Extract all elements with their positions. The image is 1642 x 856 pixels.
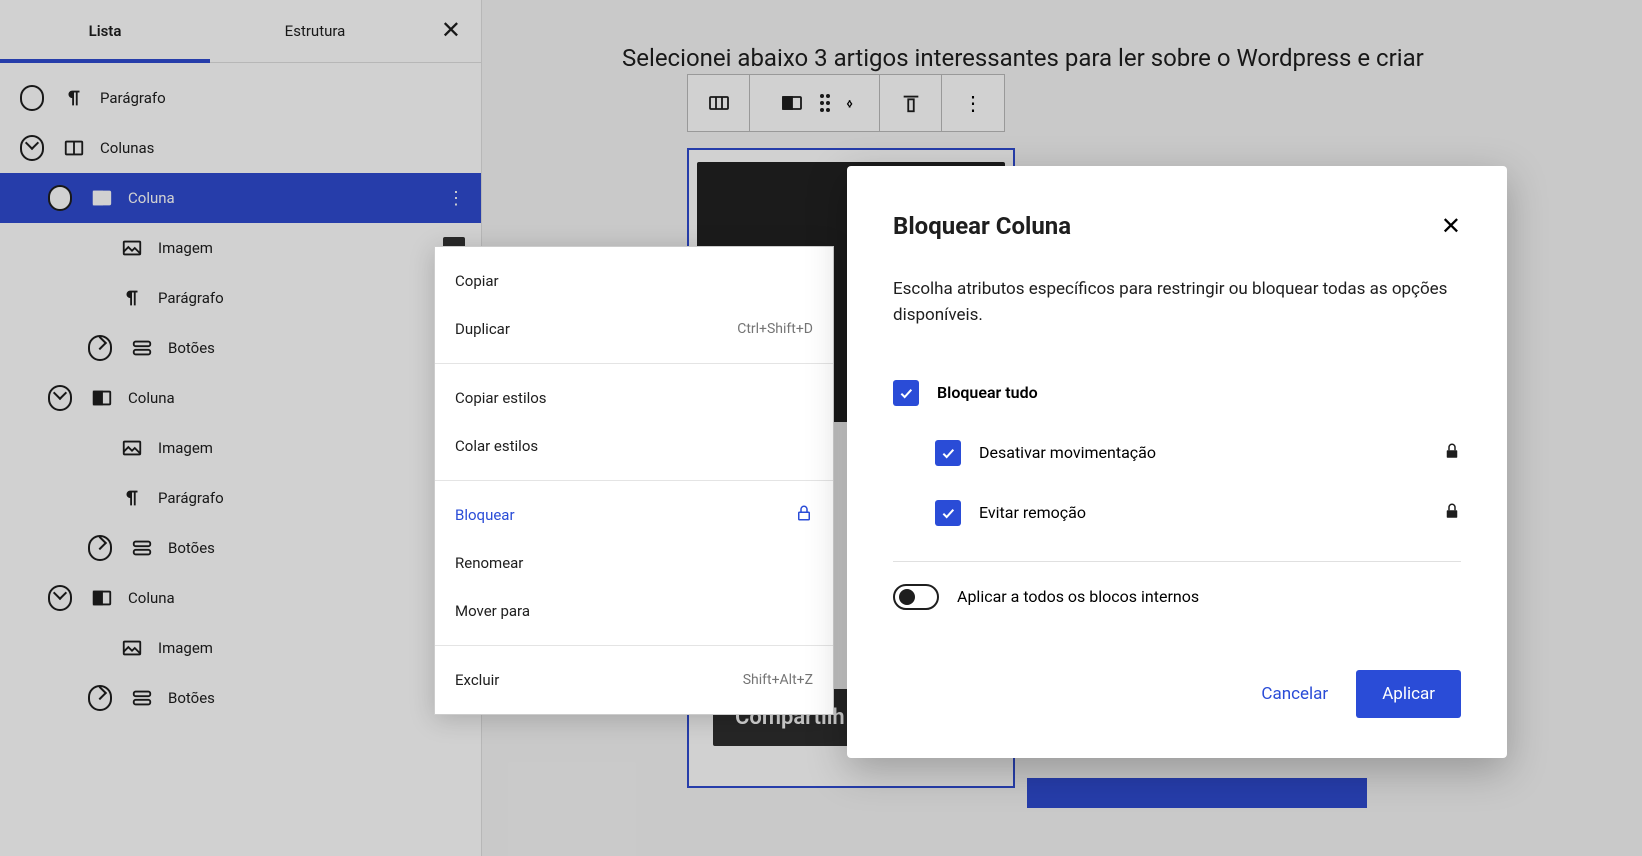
toggle-apply-inner[interactable]: Aplicar a todos os blocos internos [893,584,1461,610]
lock-block-modal: Bloquear Coluna ✕ Escolha atributos espe… [847,166,1507,758]
menu-delete[interactable]: Excluir Shift+Alt+Z [435,656,833,704]
toggle-switch[interactable] [893,584,939,610]
modal-description: Escolha atributos específicos para restr… [893,276,1461,329]
modal-close-button[interactable]: ✕ [1441,212,1461,240]
menu-rename[interactable]: Renomear [435,539,833,587]
checkbox-lock-all[interactable]: Bloquear tudo [893,363,1461,423]
cancel-button[interactable]: Cancelar [1261,684,1328,704]
menu-move-to[interactable]: Mover para [435,587,833,635]
lock-icon [1443,502,1461,524]
menu-copy-styles[interactable]: Copiar estilos [435,374,833,422]
menu-paste-styles[interactable]: Colar estilos [435,422,833,470]
menu-duplicate[interactable]: Duplicar Ctrl+Shift+D [435,305,833,353]
shortcut-label: Shift+Alt+Z [743,672,813,688]
checkbox-label: Bloquear tudo [937,383,1038,402]
checkbox-label: Desativar movimentação [979,443,1156,462]
checkbox-icon [893,380,919,406]
checkbox-icon [935,440,961,466]
shortcut-label: Ctrl+Shift+D [737,321,813,337]
menu-copy[interactable]: Copiar [435,257,833,305]
checkbox-label: Evitar remoção [979,503,1086,522]
block-context-menu: Copiar Duplicar Ctrl+Shift+D Copiar esti… [434,246,834,715]
checkbox-prevent-removal[interactable]: Evitar remoção [893,483,1461,543]
lock-icon [1443,442,1461,464]
checkbox-disable-movement[interactable]: Desativar movimentação [893,423,1461,483]
lock-icon [795,504,813,526]
menu-lock[interactable]: Bloquear [435,491,833,539]
checkbox-icon [935,500,961,526]
toggle-label: Aplicar a todos os blocos internos [957,587,1199,606]
apply-button[interactable]: Aplicar [1356,670,1461,718]
modal-title: Bloquear Coluna [893,212,1071,240]
